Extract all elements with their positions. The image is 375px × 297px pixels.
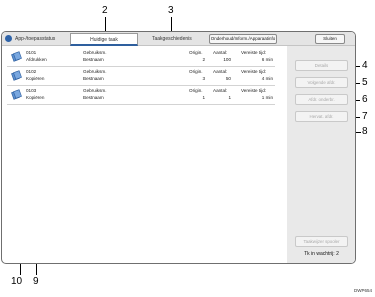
quantity-value: 100 <box>223 57 231 62</box>
callout-2-line <box>105 17 106 32</box>
callout-5: 5 <box>362 77 368 88</box>
stop-printing-button[interactable]: Afdr. onderbr. <box>295 94 348 105</box>
job-name: Kopiëren <box>26 76 45 81</box>
tab-bar: App-/toepasstatus Huidige taak Taakgesch… <box>2 32 355 46</box>
copy-job-icon <box>11 70 22 81</box>
originals-label: Origin. <box>189 50 203 55</box>
job-row[interactable]: 0102 Kopiëren Gebruiksm. Bestnaam Origin… <box>7 68 275 86</box>
used-value: Bestnaam <box>83 57 104 62</box>
callout-10: 10 <box>11 276 23 287</box>
job-list: 0101 Afdrukken Gebruiksm. Bestnaam Origi… <box>7 49 275 262</box>
next-job-button[interactable]: Volgende afdr. <box>295 77 348 88</box>
time-value: 1 min <box>261 95 273 100</box>
used-label: Gebruiksm. <box>83 88 107 93</box>
originals-value: 2 <box>202 57 205 62</box>
originals-value: 3 <box>202 76 205 81</box>
callout-7: 7 <box>362 111 368 122</box>
resume-printing-button[interactable]: Hervat. afdr. <box>295 111 348 122</box>
callout-2: 2 <box>102 5 108 16</box>
print-job-icon <box>11 51 22 62</box>
tab-app-status[interactable]: App-/toepasstatus <box>15 33 55 45</box>
time-label: Vereiste tijd: <box>241 69 267 74</box>
copy-job-icon <box>11 89 22 100</box>
quantity-label: Aantal: <box>213 69 228 74</box>
details-button[interactable]: Details <box>295 60 348 71</box>
time-label: Vereiste tijd: <box>241 50 267 55</box>
originals-label: Origin. <box>189 69 203 74</box>
time-value: 6 min <box>261 57 273 62</box>
job-id: 0102 <box>26 69 37 74</box>
callout-3-line <box>171 17 172 32</box>
job-name: Kopiëren <box>26 95 45 100</box>
job-name: Afdrukken <box>26 57 47 62</box>
job-row[interactable]: 0101 Afdrukken Gebruiksm. Bestnaam Origi… <box>7 49 275 67</box>
used-label: Gebruiksm. <box>83 50 107 55</box>
quantity-value: 50 <box>225 76 231 81</box>
quantity-label: Aantal: <box>213 50 228 55</box>
used-label: Gebruiksm. <box>83 69 107 74</box>
job-row[interactable]: 0103 Kopiëren Gebruiksm. Bestnaam Origin… <box>7 87 275 105</box>
tab-current-job[interactable]: Huidige taak <box>70 33 138 46</box>
quantity-label: Aantal: <box>213 88 228 93</box>
quantity-value: 1 <box>228 95 231 100</box>
tab-job-history[interactable]: Taakgeschiedenis <box>152 33 192 45</box>
maintenance-info-button[interactable]: Onderhoud/Inform./Apparaatinfo <box>209 34 277 44</box>
originals-value: 1 <box>202 95 205 100</box>
job-id: 0103 <box>26 88 37 93</box>
callout-6: 6 <box>362 94 368 105</box>
job-id: 0101 <box>26 50 37 55</box>
time-label: Vereiste tijd: <box>241 88 267 93</box>
side-panel: Details Volgende afdr. Afdr. onderbr. He… <box>287 46 355 263</box>
job-spooler-button[interactable]: Taakwijzer spooler <box>295 236 348 247</box>
time-value: 4 min <box>261 76 273 81</box>
callout-3: 3 <box>168 5 174 16</box>
used-value: Bestnaam <box>83 95 104 100</box>
job-status-screen: App-/toepasstatus Huidige taak Taakgesch… <box>1 31 356 264</box>
callout-4: 4 <box>362 60 368 71</box>
used-value: Bestnaam <box>83 76 104 81</box>
callout-8: 8 <box>362 126 368 137</box>
callout-9: 9 <box>33 276 39 287</box>
originals-label: Origin. <box>189 88 203 93</box>
figure-code: DWP654 <box>353 288 372 293</box>
close-button[interactable]: Sluiten <box>315 34 345 44</box>
info-icon <box>5 35 12 42</box>
queue-count: Tk in wachtrij: 2 <box>304 251 339 257</box>
